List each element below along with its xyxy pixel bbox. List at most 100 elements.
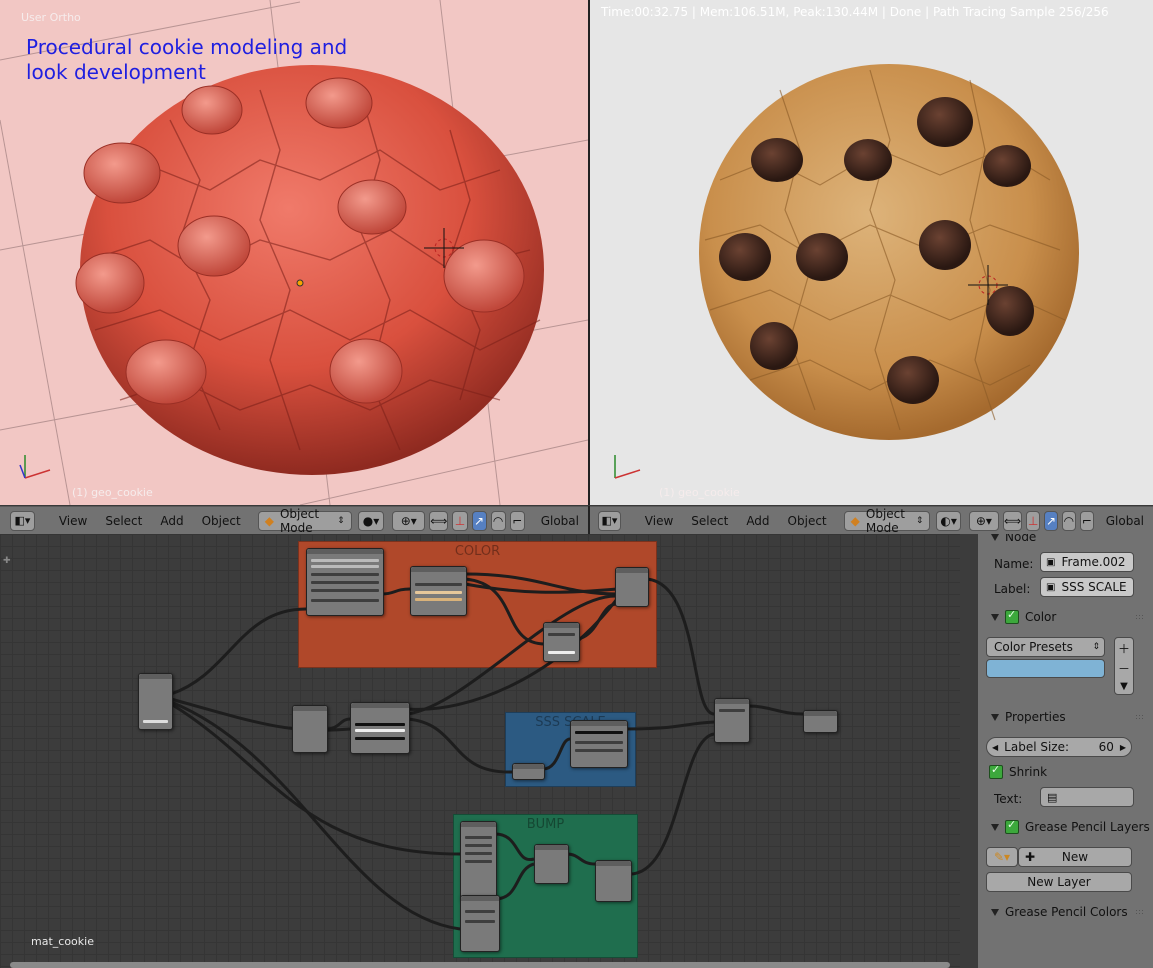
rotate-arc-toggle[interactable]: ◠ bbox=[490, 510, 506, 531]
shrink-checkbox[interactable] bbox=[989, 763, 1003, 779]
menu-view[interactable]: View bbox=[59, 514, 87, 528]
name-label: Name: bbox=[994, 557, 1034, 571]
pencil-button[interactable]: ✎▾ bbox=[986, 847, 1018, 867]
node-noise-texture[interactable] bbox=[350, 702, 410, 754]
solid-viewport[interactable]: User Ortho Procedural cookie modeling an… bbox=[0, 0, 588, 505]
label-size-value: 60 bbox=[1098, 740, 1114, 754]
menu-object[interactable]: Object bbox=[202, 514, 241, 528]
gp-layers-checkbox[interactable] bbox=[1005, 818, 1019, 834]
horizontal-scrollbar[interactable] bbox=[10, 962, 950, 968]
scale-toggle[interactable]: ⌐ bbox=[509, 510, 525, 531]
panel-header-properties[interactable]: Properties bbox=[978, 706, 1153, 728]
scale-icon: ⌐ bbox=[1081, 513, 1092, 528]
panel-header-grease-pencil-layers[interactable]: Grease Pencil Layers bbox=[978, 816, 1153, 838]
name-field[interactable]: ▣ Frame.002 bbox=[1040, 552, 1134, 572]
new-layer-label: New Layer bbox=[1027, 875, 1091, 889]
label-field[interactable]: ▣ SSS SCALE bbox=[1040, 577, 1134, 597]
preset-buttons: ＋ － ▼ bbox=[1114, 637, 1134, 695]
text-datablock-field[interactable]: ▤ bbox=[1040, 787, 1134, 807]
menu-add[interactable]: Add bbox=[160, 514, 183, 528]
new-gp-button[interactable]: ✚ New bbox=[1018, 847, 1132, 867]
node-texture-coordinate[interactable] bbox=[138, 673, 173, 730]
orientation-select[interactable]: Global bbox=[1106, 514, 1144, 528]
orientation-select[interactable]: Global bbox=[541, 514, 579, 528]
rotate-toggle[interactable]: ↗ bbox=[1044, 510, 1058, 531]
pivot-button[interactable]: ⊕▾ bbox=[392, 510, 426, 531]
color-presets-select[interactable]: Color Presets ⇕ bbox=[986, 637, 1105, 657]
node-color-ramp[interactable] bbox=[410, 566, 467, 616]
node-principled-bsdf[interactable] bbox=[714, 698, 750, 743]
cookie-render bbox=[614, 64, 1079, 479]
scale-toggle[interactable]: ⌐ bbox=[1079, 510, 1094, 531]
pencil-icon: ✎▾ bbox=[993, 850, 1011, 864]
arrow-left-icon[interactable]: ◀ bbox=[992, 743, 998, 752]
menu-select[interactable]: Select bbox=[691, 514, 728, 528]
pivot-button[interactable]: ⊕▾ bbox=[968, 510, 999, 531]
drag-grip-icon[interactable] bbox=[1135, 909, 1145, 915]
shading-button[interactable]: ◐▾ bbox=[936, 510, 961, 531]
new-layer-button[interactable]: New Layer bbox=[986, 872, 1132, 892]
color-enable-checkbox[interactable] bbox=[1005, 608, 1019, 624]
rendered-viewport[interactable]: Time:00:32.75 | Mem:106.51M, Peak:130.44… bbox=[590, 0, 1153, 505]
node-math[interactable] bbox=[570, 720, 628, 768]
color-presets-value: Color Presets bbox=[994, 640, 1073, 654]
menu-object[interactable]: Object bbox=[788, 514, 827, 528]
pivot-icon: ⊕▾ bbox=[400, 513, 417, 528]
arrow-right-icon[interactable]: ▶ bbox=[1120, 743, 1126, 752]
node-value[interactable] bbox=[512, 763, 545, 780]
text-icon: ▤ bbox=[1047, 790, 1058, 804]
node-mix-rgb[interactable] bbox=[543, 622, 580, 662]
node-mapping[interactable] bbox=[306, 548, 384, 616]
text-label: Text: bbox=[994, 792, 1023, 806]
node-editor[interactable]: ✚ COLOR SSS SCALE BUMP bbox=[0, 534, 960, 968]
node-properties-panel: Node Name: ▣ Frame.002 Label: ▣ SSS SCAL… bbox=[978, 534, 1153, 968]
mode-select[interactable]: ◆ Object Mode ⇕ bbox=[843, 507, 931, 535]
menu-select[interactable]: Select bbox=[105, 514, 142, 528]
rotate-toggle[interactable]: ↗ bbox=[471, 510, 487, 531]
node-bump[interactable] bbox=[595, 860, 632, 902]
cube-icon: ◧▾ bbox=[14, 514, 31, 527]
translate-toggle[interactable]: ⊥ bbox=[1026, 510, 1041, 531]
panel-header-node[interactable]: Node bbox=[978, 534, 1153, 548]
arc-icon: ◠ bbox=[1063, 513, 1075, 528]
viewport-header-left: ◧▾ View Select Add Object ◆ Object Mode … bbox=[0, 506, 588, 535]
node-bump-texture-b[interactable] bbox=[460, 895, 500, 952]
frame-icon: ▣ bbox=[1046, 556, 1056, 568]
menu-view[interactable]: View bbox=[645, 514, 673, 528]
sphere-icon: ◐▾ bbox=[940, 513, 957, 528]
viewport-header-right: ◧▾ View Select Add Object ◆ Object Mode … bbox=[590, 506, 1153, 535]
shading-button[interactable]: ●▾ bbox=[357, 510, 385, 531]
node-mix[interactable] bbox=[615, 567, 649, 607]
overlay-title: Procedural cookie modeling and look deve… bbox=[26, 35, 347, 85]
panel-header-grease-pencil-colors[interactable]: Grease Pencil Colors bbox=[978, 901, 1153, 923]
node-material-output[interactable] bbox=[803, 710, 838, 733]
drag-grip-icon[interactable] bbox=[1135, 714, 1145, 720]
color-swatch[interactable] bbox=[986, 659, 1105, 678]
menu-preset-icon[interactable]: ▼ bbox=[1120, 681, 1128, 692]
label-size-slider[interactable]: ◀ Label Size: 60 ▶ bbox=[986, 737, 1132, 757]
node-geometry[interactable] bbox=[292, 705, 328, 753]
editor-type-button[interactable]: ◧▾ bbox=[10, 510, 35, 531]
shrink-toggle[interactable]: Shrink bbox=[989, 763, 1047, 779]
panel-header-color[interactable]: Color bbox=[978, 606, 1153, 628]
arc-icon: ◠ bbox=[492, 513, 504, 528]
rotate-arc-toggle[interactable]: ◠ bbox=[1061, 510, 1076, 531]
overlay-title-line1: Procedural cookie modeling and bbox=[26, 35, 348, 59]
manipulator-toggle[interactable]: ⟺ bbox=[1002, 510, 1023, 531]
mode-select[interactable]: ◆ Object Mode ⇕ bbox=[257, 507, 352, 535]
label-field-value: SSS SCALE bbox=[1061, 580, 1127, 594]
drag-grip-icon[interactable] bbox=[1135, 614, 1145, 620]
editor-type-button[interactable]: ◧▾ bbox=[598, 510, 621, 531]
plus-icon: ✚ bbox=[1025, 850, 1036, 864]
node-bump-texture-a[interactable] bbox=[460, 821, 497, 901]
translate-toggle[interactable]: ⊥ bbox=[452, 510, 468, 531]
new-button-label: New bbox=[1061, 850, 1089, 864]
manipulator-icon: ⟺ bbox=[430, 513, 448, 528]
object-mode-icon: ◆ bbox=[850, 513, 860, 528]
menu-add[interactable]: Add bbox=[746, 514, 769, 528]
add-preset-icon[interactable]: ＋ bbox=[1118, 640, 1130, 657]
node-bump-mix[interactable] bbox=[534, 844, 569, 884]
mode-select-value: Object Mode bbox=[279, 506, 320, 535]
remove-preset-icon[interactable]: － bbox=[1118, 660, 1130, 677]
manipulator-toggle[interactable]: ⟺ bbox=[429, 510, 449, 531]
